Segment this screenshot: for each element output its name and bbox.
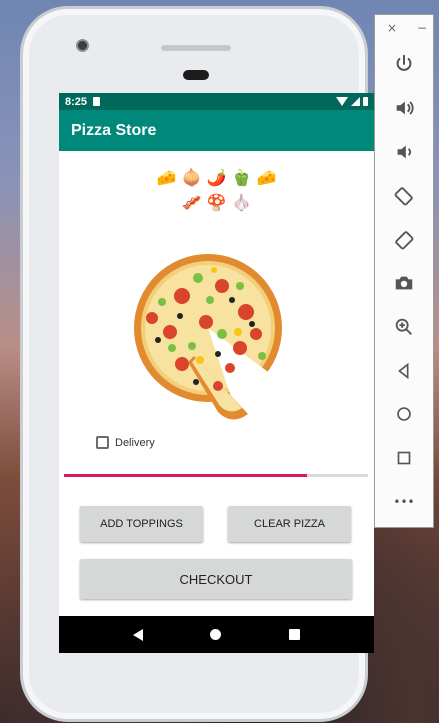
status-time: 8:25 (65, 95, 88, 108)
progress-fill (64, 474, 308, 477)
delivery-option[interactable]: Delivery (96, 436, 155, 449)
minimize-window-icon[interactable]: − (417, 21, 427, 35)
nav-back-icon[interactable] (132, 628, 143, 641)
rotate-left-icon[interactable] (391, 183, 417, 209)
checkout-button[interactable]: CHECKOUT (80, 559, 352, 599)
garlic-icon: 🧄 (231, 193, 252, 212)
volume-up-icon[interactable] (391, 95, 417, 121)
back-icon[interactable] (391, 358, 417, 384)
status-icons (336, 97, 368, 106)
pizza-image (122, 236, 310, 424)
toppings-row-2: 🥓 🍄 🧄 (59, 190, 374, 215)
window-controls: × − (387, 21, 427, 35)
mushroom-icon: 🍄 (206, 193, 227, 212)
delivery-checkbox[interactable] (96, 436, 109, 449)
add-toppings-button[interactable]: ADD TOPPINGS (80, 506, 203, 542)
wifi-icon (336, 97, 348, 106)
volume-down-icon[interactable] (391, 139, 417, 165)
phone-frame: 8:25 Pizza Store 🧀 🧅 🌶️ 🫑 🧀 🥓 🍄 🧄 Delive… (20, 6, 374, 722)
emulator-toolbar: × − ••• (374, 14, 434, 528)
nav-home-icon[interactable] (210, 629, 222, 640)
cheese-icon: 🧀 (156, 168, 177, 187)
pepper-icon: 🫑 (231, 168, 252, 187)
device-screen: 8:25 Pizza Store 🧀 🧅 🌶️ 🫑 🧀 🥓 🍄 🧄 Delive… (59, 93, 374, 653)
signal-icon (351, 97, 360, 106)
system-nav-bar (59, 616, 374, 653)
onion-icon: 🧅 (181, 168, 202, 187)
chili-icon: 🌶️ (206, 168, 227, 187)
status-bar: 8:25 (59, 93, 374, 110)
delivery-label: Delivery (115, 436, 155, 449)
nav-overview-icon[interactable] (289, 629, 301, 640)
camera-icon[interactable] (391, 270, 417, 296)
battery-icon (363, 97, 368, 106)
app-title: Pizza Store (71, 121, 157, 139)
toppings-display: 🧀 🧅 🌶️ 🫑 🧀 🥓 🍄 🧄 (59, 165, 374, 215)
front-camera (76, 39, 89, 52)
sd-card-icon (93, 97, 101, 106)
clear-pizza-button[interactable]: CLEAR PIZZA (228, 506, 351, 542)
app-bar: Pizza Store (59, 110, 374, 151)
close-window-icon[interactable]: × (387, 21, 397, 35)
cheese-icon: 🧀 (256, 168, 277, 187)
progress-bar (64, 474, 368, 477)
bacon-icon: 🥓 (181, 193, 202, 212)
overview-icon[interactable] (391, 445, 417, 471)
home-icon[interactable] (391, 401, 417, 427)
toppings-row-1: 🧀 🧅 🌶️ 🫑 🧀 (59, 165, 374, 190)
zoom-icon[interactable] (391, 314, 417, 340)
power-icon[interactable] (391, 51, 417, 77)
proximity-sensor (183, 70, 209, 80)
more-icon[interactable]: ••• (391, 489, 417, 515)
earpiece-speaker (161, 45, 231, 51)
rotate-right-icon[interactable] (391, 227, 417, 253)
